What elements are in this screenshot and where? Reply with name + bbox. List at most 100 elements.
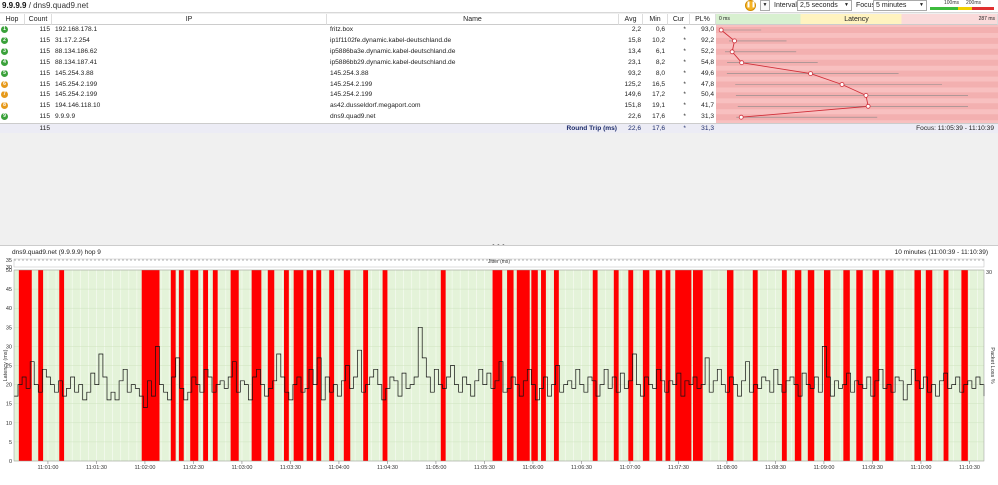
packet-loss-bar: [856, 270, 863, 461]
table-row[interactable]: 9 115 9.9.9.9 dns9.quad9.net 22,6 17,6 * 31,3: [0, 112, 716, 121]
cell-cur: *: [683, 91, 686, 99]
cell-ip: 145.254.2.199: [55, 91, 98, 99]
packet-loss-bar: [823, 270, 831, 461]
y-tick-label: 30: [6, 344, 12, 350]
latency-graph: [716, 25, 998, 123]
cell-pl: 49,6: [701, 69, 714, 77]
hop-status-icon: 5: [1, 69, 8, 77]
packet-loss-bar: [212, 270, 218, 461]
col-name[interactable]: Name: [327, 14, 619, 25]
col-min[interactable]: Min: [643, 14, 668, 25]
pause-button[interactable]: ❚❚: [745, 0, 756, 11]
cell-cur: *: [683, 47, 686, 55]
packet-loss-bar: [961, 270, 968, 461]
x-tick-label: 11:08:00: [716, 465, 737, 471]
hop-status-icon: 7: [1, 91, 8, 99]
col-count[interactable]: Count: [25, 14, 52, 25]
packet-loss-bar: [531, 270, 538, 461]
summary-row: 115 Round Trip (ms) 22,6 17,6 * 31,3 Foc…: [0, 123, 998, 133]
table-row[interactable]: 8 115 194.146.118.10 as42.dusseldorf.megapo…: [0, 101, 716, 110]
table-row[interactable]: 6 115 145.254.2.199 145.254.2.199 125,2 16,5 *…: [0, 80, 716, 89]
cell-min: 0,6: [655, 26, 665, 33]
packet-loss-bar: [726, 270, 734, 461]
x-tick-label: 11:02:30: [183, 465, 204, 471]
cell-avg: 15,8: [628, 36, 641, 44]
hop-status-icon: 1: [1, 26, 8, 33]
packet-loss-bar: [794, 270, 802, 461]
cell-ip: 9.9.9.9: [55, 113, 76, 121]
col-hop[interactable]: Hop: [0, 14, 25, 25]
cell-ip: 194.146.118.10: [55, 102, 101, 110]
packet-loss-bar: [675, 270, 692, 461]
y-tick-label: 10: [6, 421, 12, 427]
cell-pl: 93,0: [701, 26, 714, 33]
avg-latency-point: [865, 103, 871, 109]
x-tick-label: 11:01:00: [37, 465, 58, 471]
packet-loss-bar: [382, 270, 388, 461]
x-tick-label: 11:07:00: [619, 465, 640, 471]
hop-detail-chart: dns9.quad9.net (9.9.9.9) hop 9 10 minute…: [0, 245, 998, 485]
avg-latency-point: [718, 27, 724, 33]
chevron-down-icon: ▼: [844, 2, 849, 8]
y-tick-label: 15: [6, 402, 12, 408]
cell-avg: 93,2: [628, 69, 641, 77]
cell-avg: 151,8: [624, 102, 641, 110]
packet-loss-bar: [642, 270, 650, 461]
packet-loss-bar: [190, 270, 199, 461]
table-row[interactable]: 2 115 31.17.2.254 ip1f1102fe.dynamic.kabel-…: [0, 36, 716, 45]
cell-avg: 13,4: [628, 47, 641, 55]
y2-axis-title: Packet Loss %: [989, 347, 995, 383]
packet-loss-bar: [655, 270, 663, 461]
summary-min: 17,6: [652, 125, 665, 132]
table-row[interactable]: 4 115 88.134.187.41 ip5886bb29.dynamic.kabe…: [0, 58, 716, 67]
avg-latency-point: [738, 114, 744, 120]
col-pl[interactable]: PL%: [690, 14, 716, 25]
cell-name: ip5886bb29.dynamic.kabel-deutschland.de: [330, 58, 456, 66]
avg-latency-point: [863, 93, 869, 98]
cell-avg: 125,2: [624, 80, 641, 88]
cell-ip: 192.168.178.1: [55, 26, 98, 33]
packet-loss-bar: [507, 270, 514, 461]
col-ip[interactable]: IP: [52, 14, 327, 25]
col-avg[interactable]: Avg: [619, 14, 643, 25]
packet-loss-bar: [170, 270, 176, 461]
x-tick-label: 11:09:00: [813, 465, 834, 471]
packet-loss-bar: [665, 270, 671, 461]
options-dropdown-button[interactable]: ▼: [760, 0, 770, 11]
cell-avg: 2,2: [631, 26, 641, 33]
table-row[interactable]: 1 115 192.168.178.1 fritz.box 2,2 0,6 * 93,0: [0, 25, 716, 34]
table-row[interactable]: 7 115 145.254.2.199 145.254.2.199 149,6 17,2 *…: [0, 90, 716, 99]
cell-pl: 41,7: [701, 102, 714, 110]
packet-loss-bar: [752, 270, 758, 461]
summary-label: Round Trip (ms): [566, 125, 617, 132]
packet-loss-bar: [141, 270, 160, 461]
interval-select[interactable]: 2,5 seconds ▼: [797, 0, 852, 11]
window-title: 9.9.9.9 / dns9.quad9.net: [2, 1, 89, 10]
x-tick-label: 11:06:00: [522, 465, 543, 471]
packet-loss-bar: [592, 270, 598, 461]
packet-loss-bar: [440, 270, 446, 461]
cell-cur: *: [683, 80, 686, 88]
cell-count: 115: [39, 26, 50, 33]
packet-loss-bar: [843, 270, 850, 461]
cell-min: 16,5: [652, 80, 665, 88]
cell-count: 115: [39, 102, 50, 110]
col-cur[interactable]: Cur: [668, 14, 690, 25]
cell-name: 145.254.3.88: [330, 69, 369, 77]
packet-loss-bar: [541, 270, 546, 461]
table-row[interactable]: 3 115 88.134.186.62 ip5886ba3e.dynamic.kabe…: [0, 47, 716, 56]
latency-axis-max: 287 ms: [978, 16, 995, 22]
packet-loss-bar: [329, 270, 335, 461]
cell-pl: 92,2: [701, 36, 714, 44]
avg-latency-point: [729, 49, 735, 55]
hop-status-icon: 3: [1, 47, 8, 55]
col-latency[interactable]: 0 ms Latency 287 ms: [716, 14, 998, 25]
focus-select[interactable]: 5 minutes ▼: [873, 0, 927, 11]
y-axis-title: Latency (ms): [3, 349, 9, 381]
focus-range: Focus: 11:05:39 - 11:10:39: [916, 125, 994, 132]
packet-loss-bar: [363, 270, 369, 461]
packet-loss-bar: [885, 270, 894, 461]
cell-min: 8,0: [655, 69, 665, 77]
cell-count: 115: [39, 36, 50, 44]
table-row[interactable]: 5 115 145.254.3.88 145.254.3.88 93,2 8,0 * 49,6: [0, 69, 716, 78]
